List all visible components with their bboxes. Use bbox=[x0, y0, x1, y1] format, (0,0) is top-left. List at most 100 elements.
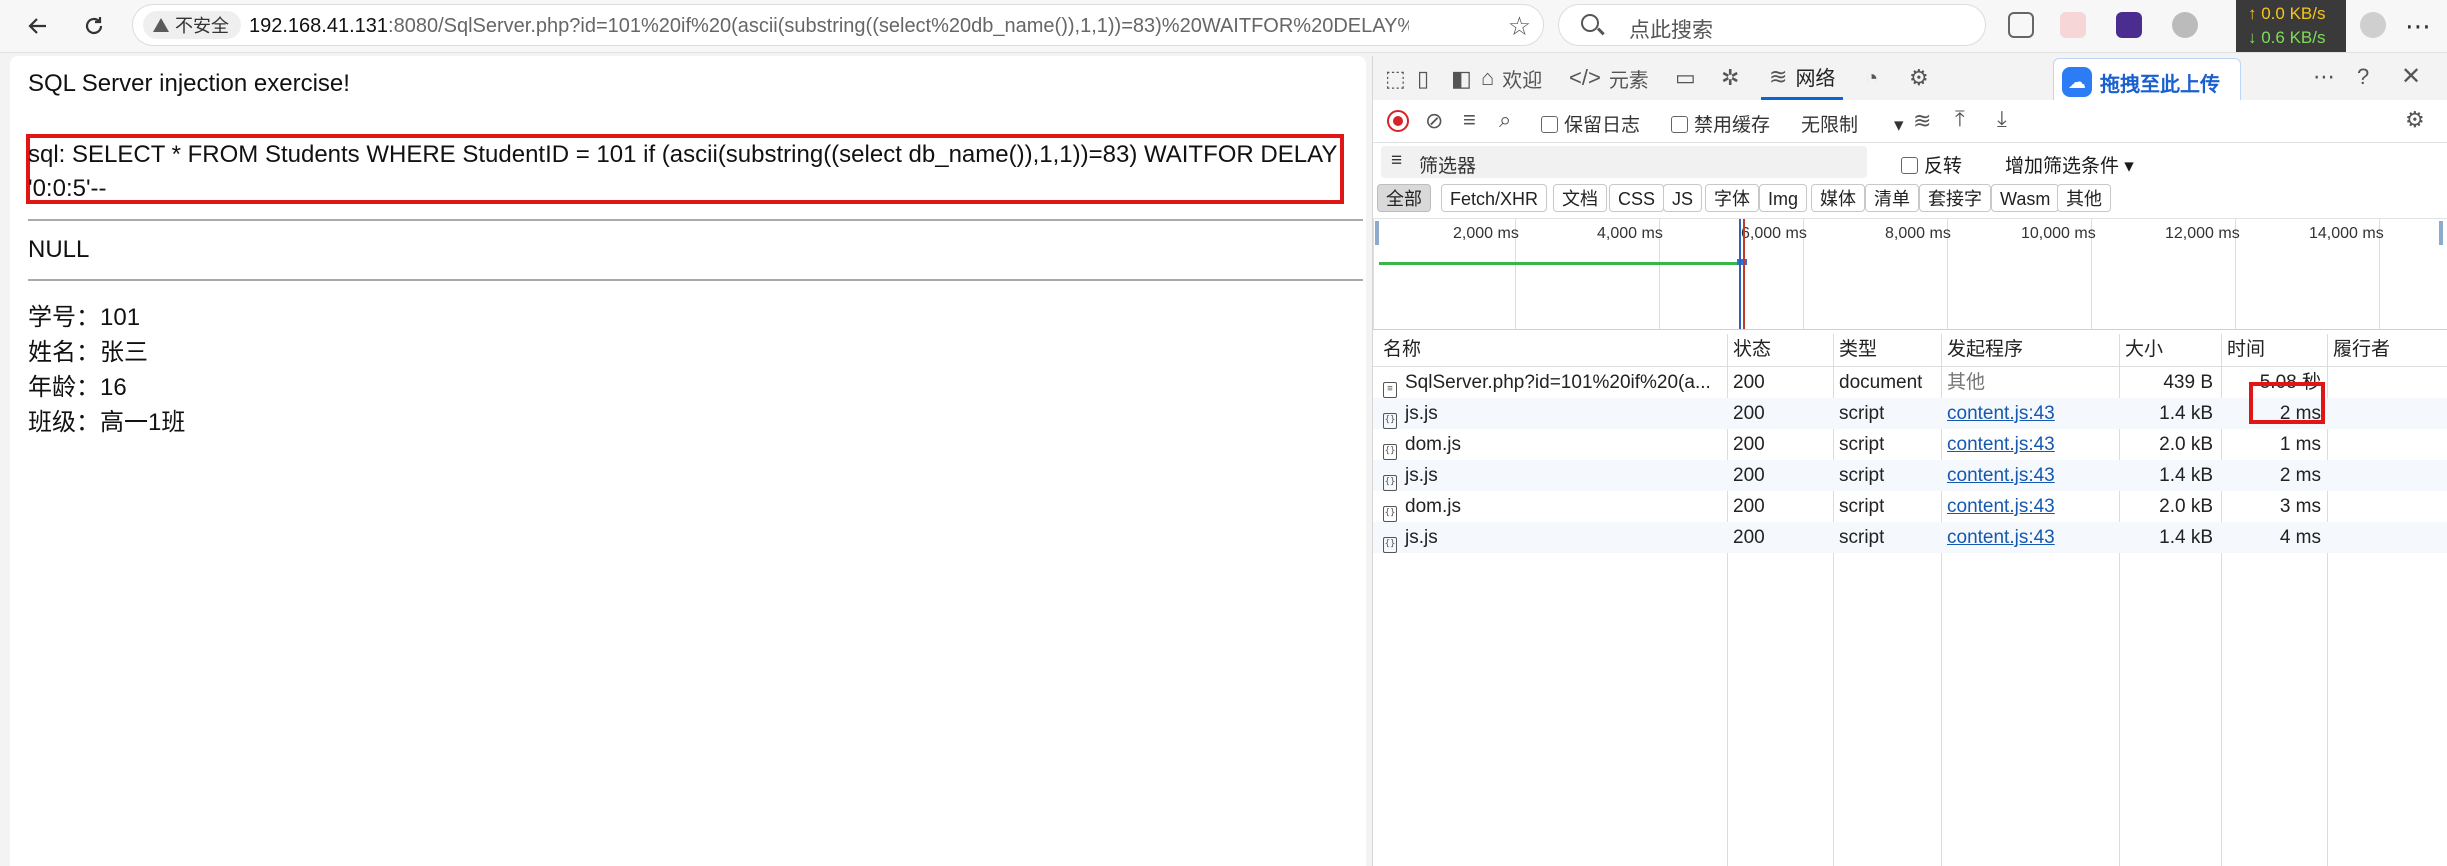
search-icon bbox=[1581, 14, 1599, 32]
insecure-badge[interactable]: 不安全 bbox=[143, 11, 241, 39]
search-icon[interactable]: ⌕ bbox=[1499, 107, 1511, 133]
field-class: 班级：高一1班 bbox=[28, 402, 185, 437]
chip-wasm[interactable]: Wasm bbox=[1991, 184, 2060, 212]
search-box[interactable]: 点此搜索 bbox=[1558, 4, 1986, 46]
chip-all[interactable]: 全部 bbox=[1377, 184, 1431, 212]
clear-icon[interactable]: ⊘ bbox=[1425, 108, 1443, 134]
cell-initiator-link[interactable]: content.js:43 bbox=[1947, 429, 2055, 460]
timeline-label: 6,000 ms bbox=[1741, 225, 1807, 242]
extension-red-icon[interactable] bbox=[2060, 12, 2086, 38]
chip-css[interactable]: CSS bbox=[1609, 184, 1665, 212]
throttle-select[interactable]: 无限制 ▾ bbox=[1801, 110, 1904, 137]
header-status[interactable]: 状态 bbox=[1733, 334, 1771, 366]
more-icon: ⋯ bbox=[2405, 10, 2431, 41]
tab-sources[interactable]: ✲ bbox=[1721, 56, 1747, 100]
cell-type: script bbox=[1839, 403, 1885, 424]
inspect-icon[interactable]: ⬚ bbox=[1385, 66, 1406, 92]
filter-input[interactable]: ≡ 筛选器 bbox=[1381, 146, 1867, 178]
header-fulfilled-by[interactable]: 履行者 bbox=[2333, 334, 2390, 366]
invert-option[interactable]: 反转 bbox=[1901, 151, 1962, 178]
timeline-gridline bbox=[1373, 219, 1374, 329]
cell-initiator-link[interactable]: content.js:43 bbox=[1947, 491, 2055, 522]
preserve-log-checkbox[interactable] bbox=[1541, 116, 1558, 133]
disable-cache-option[interactable]: 禁用缓存 bbox=[1671, 110, 1770, 137]
table-header: 名称 状态 类型 发起程序 大小 时间 履行者 bbox=[1373, 334, 2447, 367]
filter-icon[interactable]: ≡ bbox=[1463, 107, 1476, 133]
web-page: SQL Server injection exercise! sql: SELE… bbox=[10, 56, 1366, 866]
upload-icon[interactable]: ⤒ bbox=[1955, 106, 1965, 132]
timeline-range-handle[interactable] bbox=[2439, 221, 2443, 245]
chip-fetch-xhr[interactable]: Fetch/XHR bbox=[1441, 184, 1548, 212]
table-row[interactable]: {} js.js 200 script content.js:43 1.4 kB … bbox=[1373, 522, 2447, 553]
field-label: 年龄： bbox=[28, 374, 100, 401]
gear-icon[interactable]: ⚙ bbox=[2405, 107, 2425, 133]
timeline-label: 12,000 ms bbox=[2165, 225, 2240, 242]
header-initiator[interactable]: 发起程序 bbox=[1947, 334, 2023, 366]
tab-settings[interactable]: ⚙ bbox=[1909, 56, 1937, 100]
cell-initiator-link[interactable]: content.js:43 bbox=[1947, 522, 2055, 553]
menu-button[interactable]: ⋯ bbox=[2400, 8, 2436, 44]
script-icon: {} bbox=[1383, 444, 1397, 460]
baidu-upload-widget[interactable]: ☁ 拖拽至此上传 bbox=[2053, 58, 2241, 106]
chip-img[interactable]: Img bbox=[1759, 184, 1808, 212]
tab-welcome[interactable]: ⌂ 欢迎 bbox=[1481, 56, 1542, 100]
script-icon: {} bbox=[1383, 506, 1397, 522]
download-icon[interactable]: ⤓ bbox=[1997, 106, 2007, 132]
header-name[interactable]: 名称 bbox=[1383, 334, 1421, 366]
cell-initiator-link[interactable]: content.js:43 bbox=[1947, 460, 2055, 491]
chip-js[interactable]: JS bbox=[1663, 184, 1703, 212]
chip-other[interactable]: 其他 bbox=[2057, 184, 2111, 212]
profile-avatar[interactable] bbox=[2360, 12, 2386, 38]
document-icon: ≡ bbox=[1383, 382, 1397, 398]
chip-media[interactable]: 媒体 bbox=[1811, 184, 1865, 212]
header-time[interactable]: 时间 bbox=[2227, 334, 2265, 366]
record-icon[interactable] bbox=[1387, 110, 1409, 132]
preserve-log-option[interactable]: 保留日志 bbox=[1541, 110, 1640, 137]
invert-checkbox[interactable] bbox=[1901, 157, 1918, 174]
disable-cache-checkbox[interactable] bbox=[1671, 116, 1688, 133]
tab-network[interactable]: ≋ 网络 bbox=[1761, 56, 1844, 100]
more-icon[interactable]: ⋯ bbox=[2313, 64, 2335, 90]
chip-socket[interactable]: 套接字 bbox=[1919, 184, 1991, 212]
time-highlight-box bbox=[2249, 382, 2325, 424]
close-icon[interactable]: ✕ bbox=[2401, 62, 2421, 91]
back-button[interactable] bbox=[20, 8, 56, 44]
request-name: js.js bbox=[1405, 465, 1438, 486]
extension-purple-icon[interactable] bbox=[2116, 12, 2142, 38]
chip-font[interactable]: 字体 bbox=[1705, 184, 1759, 212]
favorite-star-icon[interactable]: ☆ bbox=[1508, 11, 1531, 42]
reload-button[interactable] bbox=[76, 8, 112, 44]
cell-time: 2 ms bbox=[2279, 465, 2321, 486]
chip-manifest[interactable]: 清单 bbox=[1865, 184, 1919, 212]
request-name: js.js bbox=[1405, 527, 1438, 548]
chip-doc[interactable]: 文档 bbox=[1553, 184, 1607, 212]
device-icon[interactable]: ▯ bbox=[1417, 66, 1429, 92]
tab-console[interactable]: ▭ bbox=[1675, 56, 1704, 100]
header-size[interactable]: 大小 bbox=[2125, 334, 2163, 366]
table-row[interactable]: {} dom.js 200 script content.js:43 2.0 kB… bbox=[1373, 491, 2447, 522]
cell-status: 200 bbox=[1733, 496, 1765, 517]
table-row[interactable]: {} js.js 200 script content.js:43 1.4 kB … bbox=[1373, 460, 2447, 491]
more-filters-dropdown[interactable]: 增加筛选条件 ▾ bbox=[2005, 151, 2134, 178]
cell-name: {} js.js bbox=[1383, 522, 1723, 553]
address-bar[interactable]: 不安全 192.168.41.131:8080/SqlServer.php?id… bbox=[132, 4, 1544, 46]
cell-size: 1.4 kB bbox=[2159, 465, 2213, 486]
wifi-settings-icon[interactable]: ≋ bbox=[1913, 108, 1931, 134]
field-age: 年龄：16 bbox=[28, 367, 127, 402]
table-row[interactable]: {} dom.js 200 script content.js:43 2.0 kB… bbox=[1373, 429, 2447, 460]
dock-icon[interactable]: ◧ bbox=[1451, 66, 1472, 92]
url-text[interactable]: 192.168.41.131:8080/SqlServer.php?id=101… bbox=[249, 15, 1409, 38]
tab-elements[interactable]: </> 元素 bbox=[1569, 56, 1649, 100]
reload-icon bbox=[85, 17, 103, 35]
extension-gray-icon[interactable] bbox=[2172, 12, 2198, 38]
tab-performance[interactable]: ◔ bbox=[1865, 56, 1886, 100]
network-timeline[interactable]: 2,000 ms 4,000 ms 6,000 ms 8,000 ms 10,0… bbox=[1373, 218, 2447, 330]
cell-initiator-link[interactable]: content.js:43 bbox=[1947, 398, 2055, 429]
collections-icon[interactable] bbox=[2008, 12, 2034, 38]
timeline-range-handle[interactable] bbox=[1375, 221, 1379, 245]
field-label: 姓名： bbox=[28, 339, 100, 366]
field-name: 姓名：张三 bbox=[28, 332, 148, 367]
preserve-log-label: 保留日志 bbox=[1564, 115, 1641, 136]
help-icon[interactable]: ? bbox=[2357, 64, 2369, 90]
header-type[interactable]: 类型 bbox=[1839, 334, 1877, 366]
